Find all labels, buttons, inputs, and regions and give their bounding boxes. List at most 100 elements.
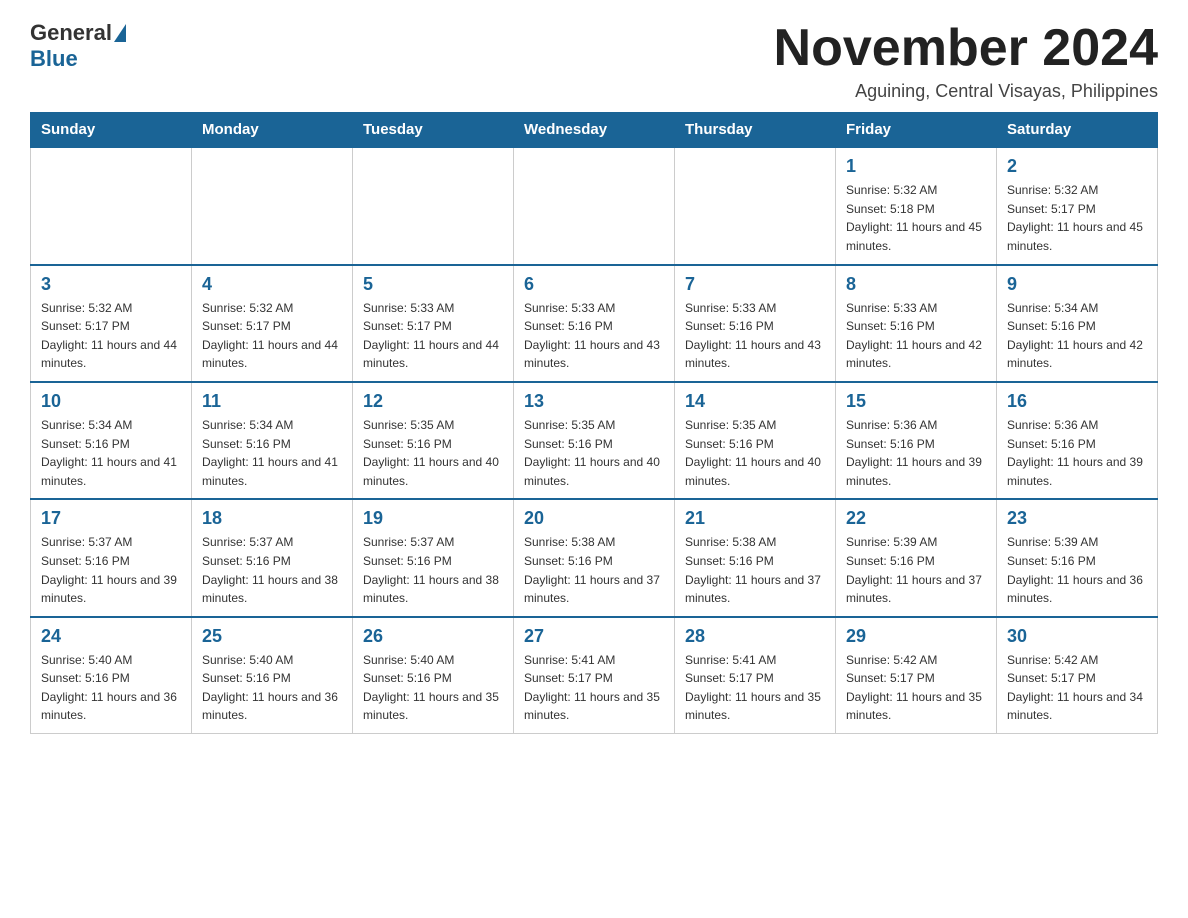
calendar-cell: 1 Sunrise: 5:32 AMSunset: 5:18 PMDaylight… bbox=[836, 147, 997, 264]
day-number: 6 bbox=[524, 274, 664, 295]
day-info: Sunrise: 5:38 AMSunset: 5:16 PMDaylight:… bbox=[524, 533, 664, 607]
day-info: Sunrise: 5:42 AMSunset: 5:17 PMDaylight:… bbox=[1007, 651, 1147, 725]
calendar-cell: 19 Sunrise: 5:37 AMSunset: 5:16 PMDayligh… bbox=[353, 499, 514, 616]
calendar-week-row: 24Sunrise: 5:40 AMSunset: 5:16 PMDayligh… bbox=[31, 617, 1158, 734]
day-number: 22 bbox=[846, 508, 986, 529]
day-info: Sunrise: 5:32 AMSunset: 5:17 PMDaylight:… bbox=[41, 299, 181, 373]
day-info: Sunrise: 5:32 AMSunset: 5:18 PMDaylight:… bbox=[846, 181, 986, 255]
day-number: 2 bbox=[1007, 156, 1147, 177]
day-number: 29 bbox=[846, 626, 986, 647]
day-info: Sunrise: 5:37 AMSunset: 5:16 PMDaylight:… bbox=[363, 533, 503, 607]
calendar-cell: 3 Sunrise: 5:32 AMSunset: 5:17 PMDaylight… bbox=[31, 265, 192, 382]
calendar-cell: 8Sunrise: 5:33 AMSunset: 5:16 PMDaylight… bbox=[836, 265, 997, 382]
location-text: Aguining, Central Visayas, Philippines bbox=[774, 81, 1158, 102]
weekday-header-tuesday: Tuesday bbox=[353, 113, 514, 148]
calendar-cell: 28 Sunrise: 5:41 AMSunset: 5:17 PMDayligh… bbox=[675, 617, 836, 734]
weekday-header-friday: Friday bbox=[836, 113, 997, 148]
title-section: November 2024 Aguining, Central Visayas,… bbox=[774, 20, 1158, 102]
day-info: Sunrise: 5:36 AMSunset: 5:16 PMDaylight:… bbox=[846, 416, 986, 490]
calendar-cell: 10 Sunrise: 5:34 AMSunset: 5:16 PMDayligh… bbox=[31, 382, 192, 499]
weekday-header-saturday: Saturday bbox=[997, 113, 1158, 148]
calendar-cell: 18 Sunrise: 5:37 AMSunset: 5:16 PMDayligh… bbox=[192, 499, 353, 616]
day-info: Sunrise: 5:35 AMSunset: 5:16 PMDaylight:… bbox=[524, 416, 664, 490]
day-number: 1 bbox=[846, 156, 986, 177]
calendar-cell: 27Sunrise: 5:41 AMSunset: 5:17 PMDayligh… bbox=[514, 617, 675, 734]
calendar-cell: 29 Sunrise: 5:42 AMSunset: 5:17 PMDayligh… bbox=[836, 617, 997, 734]
day-info: Sunrise: 5:33 AMSunset: 5:16 PMDaylight:… bbox=[685, 299, 825, 373]
calendar-week-row: 10 Sunrise: 5:34 AMSunset: 5:16 PMDayligh… bbox=[31, 382, 1158, 499]
day-info: Sunrise: 5:39 AMSunset: 5:16 PMDaylight:… bbox=[1007, 533, 1147, 607]
day-number: 14 bbox=[685, 391, 825, 412]
day-info: Sunrise: 5:40 AMSunset: 5:16 PMDaylight:… bbox=[363, 651, 503, 725]
calendar-cell: 5Sunrise: 5:33 AMSunset: 5:17 PMDaylight… bbox=[353, 265, 514, 382]
day-number: 18 bbox=[202, 508, 342, 529]
weekday-header-thursday: Thursday bbox=[675, 113, 836, 148]
calendar-cell: 30 Sunrise: 5:42 AMSunset: 5:17 PMDayligh… bbox=[997, 617, 1158, 734]
day-info: Sunrise: 5:41 AMSunset: 5:17 PMDaylight:… bbox=[685, 651, 825, 725]
day-info: Sunrise: 5:40 AMSunset: 5:16 PMDaylight:… bbox=[202, 651, 342, 725]
calendar-table: SundayMondayTuesdayWednesdayThursdayFrid… bbox=[30, 112, 1158, 734]
day-number: 11 bbox=[202, 391, 342, 412]
day-number: 21 bbox=[685, 508, 825, 529]
calendar-cell: 20 Sunrise: 5:38 AMSunset: 5:16 PMDayligh… bbox=[514, 499, 675, 616]
page-header: General Blue November 2024 Aguining, Cen… bbox=[30, 20, 1158, 102]
calendar-cell: 14 Sunrise: 5:35 AMSunset: 5:16 PMDayligh… bbox=[675, 382, 836, 499]
day-number: 19 bbox=[363, 508, 503, 529]
calendar-cell: 24Sunrise: 5:40 AMSunset: 5:16 PMDayligh… bbox=[31, 617, 192, 734]
calendar-header-row: SundayMondayTuesdayWednesdayThursdayFrid… bbox=[31, 113, 1158, 148]
day-info: Sunrise: 5:39 AMSunset: 5:16 PMDaylight:… bbox=[846, 533, 986, 607]
logo-triangle-icon bbox=[114, 24, 126, 42]
calendar-cell: 25 Sunrise: 5:40 AMSunset: 5:16 PMDayligh… bbox=[192, 617, 353, 734]
calendar-cell: 16Sunrise: 5:36 AMSunset: 5:16 PMDayligh… bbox=[997, 382, 1158, 499]
day-number: 23 bbox=[1007, 508, 1147, 529]
month-title: November 2024 bbox=[774, 20, 1158, 77]
day-info: Sunrise: 5:32 AMSunset: 5:17 PMDaylight:… bbox=[202, 299, 342, 373]
day-number: 4 bbox=[202, 274, 342, 295]
calendar-cell: 9Sunrise: 5:34 AMSunset: 5:16 PMDaylight… bbox=[997, 265, 1158, 382]
day-number: 30 bbox=[1007, 626, 1147, 647]
day-info: Sunrise: 5:41 AMSunset: 5:17 PMDaylight:… bbox=[524, 651, 664, 725]
calendar-week-row: 17 Sunrise: 5:37 AMSunset: 5:16 PMDayligh… bbox=[31, 499, 1158, 616]
day-info: Sunrise: 5:37 AMSunset: 5:16 PMDaylight:… bbox=[202, 533, 342, 607]
day-number: 8 bbox=[846, 274, 986, 295]
calendar-week-row: 1 Sunrise: 5:32 AMSunset: 5:18 PMDaylight… bbox=[31, 147, 1158, 264]
day-info: Sunrise: 5:37 AMSunset: 5:16 PMDaylight:… bbox=[41, 533, 181, 607]
weekday-header-sunday: Sunday bbox=[31, 113, 192, 148]
calendar-cell: 15 Sunrise: 5:36 AMSunset: 5:16 PMDayligh… bbox=[836, 382, 997, 499]
calendar-week-row: 3 Sunrise: 5:32 AMSunset: 5:17 PMDaylight… bbox=[31, 265, 1158, 382]
calendar-cell: 11 Sunrise: 5:34 AMSunset: 5:16 PMDayligh… bbox=[192, 382, 353, 499]
day-number: 25 bbox=[202, 626, 342, 647]
calendar-cell bbox=[353, 147, 514, 264]
weekday-header-monday: Monday bbox=[192, 113, 353, 148]
calendar-cell: 17 Sunrise: 5:37 AMSunset: 5:16 PMDayligh… bbox=[31, 499, 192, 616]
day-number: 5 bbox=[363, 274, 503, 295]
day-number: 20 bbox=[524, 508, 664, 529]
day-number: 26 bbox=[363, 626, 503, 647]
calendar-cell bbox=[675, 147, 836, 264]
calendar-cell: 22 Sunrise: 5:39 AMSunset: 5:16 PMDayligh… bbox=[836, 499, 997, 616]
day-info: Sunrise: 5:34 AMSunset: 5:16 PMDaylight:… bbox=[41, 416, 181, 490]
day-info: Sunrise: 5:42 AMSunset: 5:17 PMDaylight:… bbox=[846, 651, 986, 725]
day-info: Sunrise: 5:34 AMSunset: 5:16 PMDaylight:… bbox=[202, 416, 342, 490]
logo-blue-text: Blue bbox=[30, 46, 78, 71]
day-info: Sunrise: 5:36 AMSunset: 5:16 PMDaylight:… bbox=[1007, 416, 1147, 490]
day-number: 3 bbox=[41, 274, 181, 295]
day-number: 15 bbox=[846, 391, 986, 412]
day-number: 13 bbox=[524, 391, 664, 412]
day-number: 28 bbox=[685, 626, 825, 647]
day-number: 10 bbox=[41, 391, 181, 412]
day-info: Sunrise: 5:38 AMSunset: 5:16 PMDaylight:… bbox=[685, 533, 825, 607]
calendar-cell: 6 Sunrise: 5:33 AMSunset: 5:16 PMDaylight… bbox=[514, 265, 675, 382]
calendar-cell: 2Sunrise: 5:32 AMSunset: 5:17 PMDaylight… bbox=[997, 147, 1158, 264]
day-info: Sunrise: 5:35 AMSunset: 5:16 PMDaylight:… bbox=[363, 416, 503, 490]
day-number: 7 bbox=[685, 274, 825, 295]
calendar-cell bbox=[31, 147, 192, 264]
calendar-cell bbox=[192, 147, 353, 264]
day-info: Sunrise: 5:33 AMSunset: 5:16 PMDaylight:… bbox=[524, 299, 664, 373]
calendar-cell: 26 Sunrise: 5:40 AMSunset: 5:16 PMDayligh… bbox=[353, 617, 514, 734]
calendar-cell: 13 Sunrise: 5:35 AMSunset: 5:16 PMDayligh… bbox=[514, 382, 675, 499]
day-number: 17 bbox=[41, 508, 181, 529]
day-info: Sunrise: 5:35 AMSunset: 5:16 PMDaylight:… bbox=[685, 416, 825, 490]
calendar-cell: 7 Sunrise: 5:33 AMSunset: 5:16 PMDaylight… bbox=[675, 265, 836, 382]
day-number: 12 bbox=[363, 391, 503, 412]
